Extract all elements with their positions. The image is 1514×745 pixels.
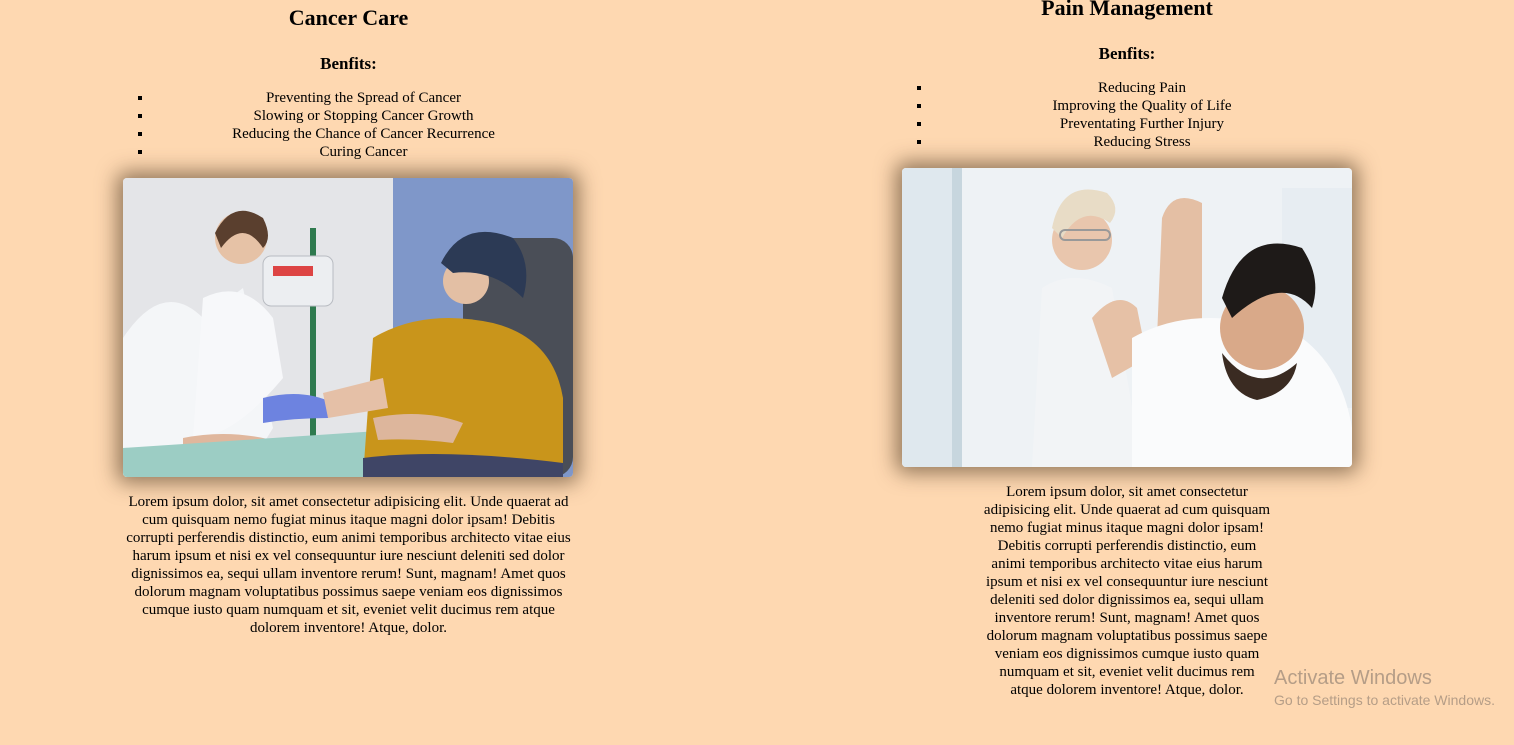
benefits-heading: Benfits: — [320, 54, 377, 73]
list-item: Reducing Pain — [932, 79, 1352, 97]
benefits-heading: Benfits: — [1098, 44, 1156, 63]
benefits-list: Reducing Pain Improving the Quality of L… — [902, 79, 1352, 151]
description-paragraph: Lorem ipsum dolor, sit amet consectetur … — [983, 484, 1271, 698]
watermark-subtitle: Go to Settings to activate Windows. — [1274, 692, 1495, 708]
list-item: Reducing the Chance of Cancer Recurrence — [153, 125, 574, 143]
list-item: Slowing or Stopping Cancer Growth — [153, 107, 574, 125]
section-title: Pain Management — [1041, 0, 1213, 20]
activate-windows-watermark: Activate Windows Go to Settings to activ… — [1274, 666, 1495, 710]
list-item: Preventating Further Injury — [932, 115, 1352, 133]
benefits-list: Preventing the Spread of Cancer Slowing … — [123, 89, 574, 161]
pain-management-section: Pain Management Benfits: Reducing Pain I… — [902, 0, 1352, 699]
pain-management-photo — [902, 168, 1352, 467]
section-title: Cancer Care — [288, 5, 409, 30]
description-paragraph: Lorem ipsum dolor, sit amet consectetur … — [126, 494, 571, 636]
list-item: Reducing Stress — [932, 133, 1352, 151]
list-item: Improving the Quality of Life — [932, 97, 1352, 115]
cancer-care-photo — [123, 178, 573, 477]
list-item: Curing Cancer — [153, 143, 574, 161]
watermark-title: Activate Windows — [1274, 667, 1432, 689]
list-item: Preventing the Spread of Cancer — [153, 89, 574, 107]
cancer-care-section: Cancer Care Benfits: Preventing the Spre… — [123, 0, 574, 637]
